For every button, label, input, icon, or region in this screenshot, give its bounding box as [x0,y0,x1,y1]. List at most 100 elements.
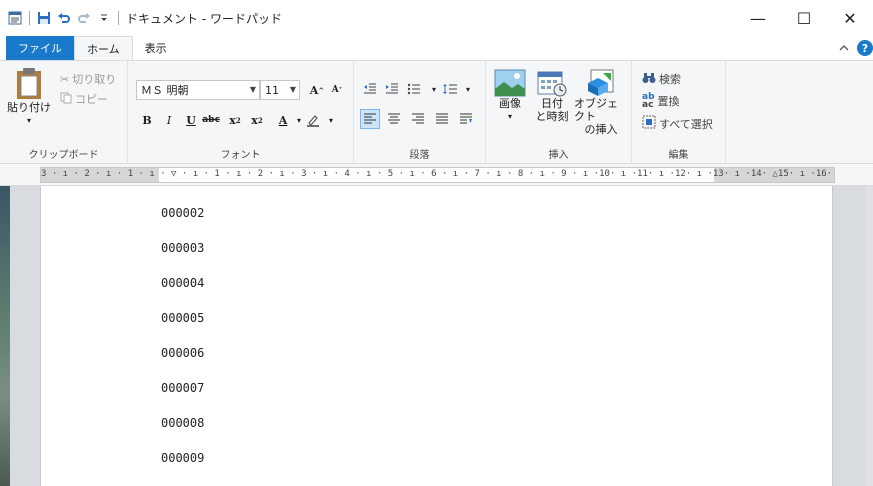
replace-button[interactable]: ab ac 置換 [642,92,680,110]
maximize-button[interactable]: ☐ [781,0,827,36]
italic-icon[interactable]: I [160,111,178,129]
subscript-icon[interactable]: x2 [226,111,244,129]
ruler-track[interactable]: 3 · ı · 2 · ı · 1 · ı · ▽ · ı · 1 · ı · … [40,167,835,183]
insert-object-button[interactable]: オブジェクト の挿入 [574,69,628,136]
ruler-scale: 3 · ı · 2 · ı · 1 · ı · ▽ · ı · 1 · ı · … [41,169,835,179]
document-area: 000002 000003 000004 000005 000006 00000… [0,186,873,486]
save-icon[interactable] [35,9,53,27]
picture-dropdown-icon[interactable]: ▾ [508,110,512,123]
font-size-value: 11 [265,83,279,97]
desktop-background [0,186,10,486]
paste-button[interactable]: 貼り付け ▾ [6,67,52,127]
select-all-label: すべて選択 [659,117,713,131]
editing-group: 検索 ab ac 置換 すべて選択 編集 [632,61,726,164]
insert-picture-button[interactable]: 画像 ▾ [492,69,528,123]
shrink-font-icon[interactable]: Aˇ [328,81,346,99]
title-bar: ドキュメント - ワードパッド — ☐ ✕ [0,0,873,36]
select-all-button[interactable]: すべて選択 [642,115,713,132]
find-label: 検索 [659,73,681,86]
object-label-1: オブジェクト [574,97,618,123]
font-family-value: ＭＳ 明朝 [141,84,189,97]
decrease-indent-icon[interactable] [360,79,380,99]
bold-icon[interactable]: B [138,111,156,129]
ribbon-right-controls: ? [839,40,873,56]
picture-icon [494,69,526,97]
calendar-clock-icon [537,71,567,97]
copy-button[interactable]: コピー [60,91,108,107]
collapse-ribbon-icon[interactable] [839,42,849,55]
font-family-dropdown-icon: ▼ [249,85,256,94]
font-group: ＭＳ 明朝 ▼ 11 ▼ A ^ Aˇ B I U abc x2 x2 A ▾ ▾… [128,61,354,164]
tab-file[interactable]: ファイル [6,36,74,60]
line-spacing-icon[interactable] [440,79,460,99]
datetime-label-2: と時刻 [535,110,569,123]
document-page[interactable]: 000002 000003 000004 000005 000006 00000… [40,186,833,486]
separator [118,11,119,25]
window-title: ドキュメント - ワードパッド [126,11,282,26]
wordpad-app-icon[interactable] [6,9,24,27]
document-line[interactable]: 000006 [161,346,204,360]
grow-font-icon[interactable]: A ^ [308,81,326,99]
separator [29,11,30,25]
insert-group: 画像 ▾ 日付 と時刻 オブジェクト の挿入 挿入 [486,61,632,164]
font-family-combo[interactable]: ＭＳ 明朝 ▼ [136,80,260,100]
increase-indent-icon[interactable] [382,79,402,99]
font-size-dropdown-icon: ▼ [289,85,296,94]
strikethrough-icon[interactable]: abc [202,111,220,129]
quick-access-toolbar [0,9,122,27]
paste-dropdown-icon[interactable]: ▾ [27,114,31,127]
clipboard-group: 貼り付け ▾ ✂ 切り取り コピー クリップボード [0,61,128,164]
document-line[interactable]: 000007 [161,381,204,395]
select-all-icon [642,115,656,132]
document-line[interactable]: 000002 [161,206,204,220]
underline-icon[interactable]: U [182,111,200,129]
picture-label: 画像 [499,97,521,110]
copy-label: コピー [75,93,108,106]
insert-datetime-button[interactable]: 日付 と時刻 [532,69,572,123]
replace-label: 置換 [657,95,680,108]
clipboard-group-label: クリップボード [28,150,99,161]
align-left-icon[interactable] [360,109,380,129]
font-size-combo[interactable]: 11 ▼ [260,80,300,100]
document-line[interactable]: 000009 [161,451,204,465]
copy-icon [60,92,72,107]
align-center-icon[interactable] [384,109,404,129]
highlight-dropdown-icon[interactable]: ▾ [322,111,340,129]
datetime-label-1: 日付 [541,97,563,110]
ruler[interactable]: 3 · ı · 2 · ı · 1 · ı · ▽ · ı · 1 · ı · … [0,164,873,186]
cut-button[interactable]: ✂ 切り取り [60,71,116,87]
document-line[interactable]: 000003 [161,241,204,255]
close-button[interactable]: ✕ [827,0,873,36]
superscript-icon[interactable]: x2 [248,111,266,129]
help-icon[interactable]: ? [857,40,873,56]
paragraph-group-label: 段落 [409,150,430,161]
document-line[interactable]: 000004 [161,276,204,290]
ribbon: 貼り付け ▾ ✂ 切り取り コピー クリップボード ＭＳ 明朝 ▼ 11 ▼ A… [0,60,873,164]
undo-icon[interactable] [55,9,73,27]
tab-view[interactable]: 表示 [133,36,179,60]
window-controls: — ☐ ✕ [735,0,873,36]
replace-icon: ab ac [642,92,655,110]
paste-icon [17,68,41,99]
redo-icon[interactable] [75,9,93,27]
line-spacing-dropdown-icon[interactable]: ▾ [458,79,478,99]
object-icon [588,69,614,96]
paragraph-settings-icon[interactable] [456,109,476,129]
justify-icon[interactable] [432,109,452,129]
align-right-icon[interactable] [408,109,428,129]
editing-group-label: 編集 [668,150,689,161]
paste-label: 貼り付け [7,101,51,114]
minimize-button[interactable]: — [735,0,781,36]
scissors-icon: ✂ [60,72,70,86]
tab-home[interactable]: ホーム [74,36,133,60]
document-line[interactable]: 000005 [161,311,204,325]
customize-qat-icon[interactable] [95,9,113,27]
insert-group-label: 挿入 [548,150,569,161]
document-line[interactable]: 000008 [161,416,204,430]
find-button[interactable]: 検索 [642,71,681,87]
bullet-list-icon[interactable] [404,79,424,99]
cut-label: 切り取り [72,73,117,86]
highlight-icon[interactable] [304,111,322,129]
font-group-label: フォント [220,150,261,161]
vertical-scrollbar[interactable] [865,186,873,486]
